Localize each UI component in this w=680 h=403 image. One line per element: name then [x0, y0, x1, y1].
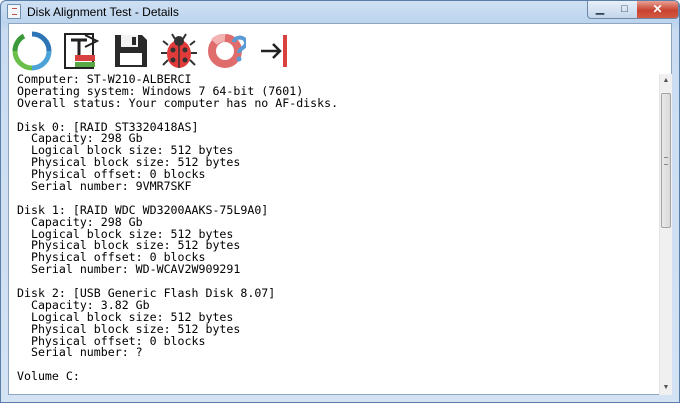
scroll-up-arrow-icon[interactable]: ▲	[660, 74, 672, 88]
details-window: Disk Alignment Test - Details ▁ □ ✕ Comp…	[0, 0, 680, 403]
help-icon	[208, 33, 246, 68]
help-button[interactable]	[206, 31, 246, 71]
refresh-icon	[12, 31, 52, 71]
details-text[interactable]: Computer: ST-W210-ALBERCI Operating syste…	[17, 74, 657, 394]
scroll-down-arrow-icon[interactable]: ▼	[660, 381, 672, 395]
bug-report-button[interactable]	[159, 31, 199, 71]
minimize-button[interactable]: ▁	[587, 1, 613, 19]
bug-icon	[161, 33, 197, 68]
detail-line: Overall status: Your computer has no AF-…	[17, 95, 339, 110]
window-title: Disk Alignment Test - Details	[27, 5, 179, 19]
detail-line: Serial number: 9VMR7SKF	[17, 179, 192, 194]
detail-line: Volume C:	[17, 369, 80, 384]
vertical-scrollbar[interactable]: ▲ ▼	[659, 74, 672, 395]
refresh-button[interactable]	[12, 31, 52, 71]
exit-icon	[261, 35, 287, 67]
title-bar[interactable]: Disk Alignment Test - Details ▁ □ ✕	[1, 1, 679, 23]
text-report-icon	[64, 33, 100, 69]
text-report-button[interactable]	[61, 31, 101, 71]
app-icon	[7, 4, 21, 19]
detail-line: Serial number: ?	[17, 345, 143, 360]
save-button[interactable]	[111, 31, 151, 71]
detail-line	[17, 359, 657, 371]
toolbar	[9, 24, 671, 71]
exit-button[interactable]	[255, 31, 295, 71]
close-button[interactable]: ✕	[637, 1, 679, 19]
client-area: Computer: ST-W210-ALBERCI Operating syste…	[8, 23, 672, 395]
maximize-button[interactable]: □	[612, 1, 638, 19]
detail-line: Serial number: WD-WCAV2W909291	[17, 262, 241, 277]
save-icon	[115, 35, 147, 67]
scroll-thumb[interactable]	[661, 93, 671, 228]
